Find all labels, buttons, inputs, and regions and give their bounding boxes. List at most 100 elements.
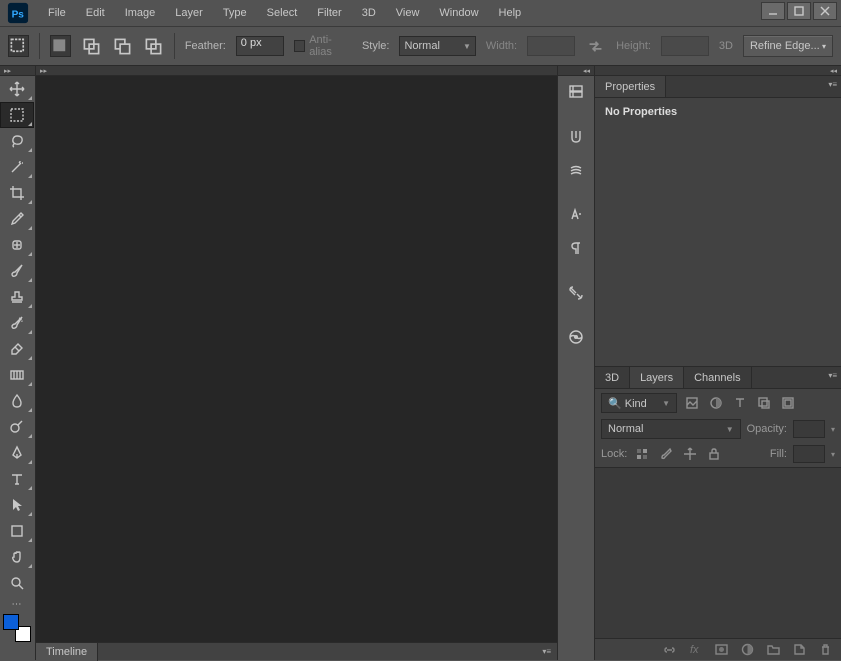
paragraph-panel-icon[interactable] — [558, 232, 594, 266]
menu-window[interactable]: Window — [429, 3, 488, 23]
tab-channels[interactable]: Channels — [684, 367, 751, 388]
filter-shape-icon[interactable] — [755, 394, 773, 412]
subtract-selection-icon[interactable] — [112, 35, 133, 57]
hand-tool[interactable] — [0, 544, 34, 570]
layers-panel: 3DLayersChannels ▾≡ 🔍 Kind▼ Normal▼ Opaci… — [595, 366, 841, 660]
svg-text:fx: fx — [690, 644, 699, 656]
libraries-panel-icon[interactable] — [558, 320, 594, 354]
fill-input[interactable] — [793, 445, 825, 463]
history-panel-icon[interactable] — [558, 76, 594, 110]
menu-type[interactable]: Type — [213, 3, 257, 23]
style-select[interactable]: Normal▼ — [399, 36, 475, 56]
shape-tool[interactable] — [0, 518, 34, 544]
threed-label[interactable]: 3D — [719, 40, 733, 52]
menu-help[interactable]: Help — [489, 3, 532, 23]
brush-presets-icon[interactable] — [558, 154, 594, 188]
lock-paint-icon[interactable] — [657, 445, 675, 463]
canvas[interactable] — [36, 76, 557, 642]
no-properties-label: No Properties — [595, 98, 841, 126]
gradient-tool[interactable] — [0, 362, 34, 388]
layer-list[interactable] — [595, 468, 841, 638]
menu-file[interactable]: File — [38, 3, 76, 23]
brush-panel-icon[interactable] — [558, 120, 594, 154]
zoom-tool[interactable] — [0, 570, 34, 596]
path-select-tool[interactable] — [0, 492, 34, 518]
history-brush-tool[interactable] — [0, 310, 34, 336]
maximize-button[interactable] — [787, 2, 811, 20]
menu-layer[interactable]: Layer — [165, 3, 213, 23]
tab-3d[interactable]: 3D — [595, 367, 630, 388]
filter-pixel-icon[interactable] — [683, 394, 701, 412]
panel-menu-icon[interactable]: ▾≡ — [828, 80, 837, 89]
edit-toolbar-button[interactable]: ⋯ — [0, 596, 34, 612]
collapse-icon[interactable]: ◂◂ — [830, 67, 837, 75]
properties-tab[interactable]: Properties — [595, 76, 666, 97]
add-selection-icon[interactable] — [81, 35, 102, 57]
eraser-tool[interactable] — [0, 336, 34, 362]
refine-edge-button[interactable]: Refine Edge...▾ — [743, 35, 833, 57]
dodge-tool[interactable] — [0, 414, 34, 440]
delete-layer-icon[interactable] — [817, 642, 833, 658]
character-panel-icon[interactable] — [558, 198, 594, 232]
filter-adjust-icon[interactable] — [707, 394, 725, 412]
tools-panel-icon[interactable] — [558, 276, 594, 310]
new-layer-icon[interactable] — [791, 642, 807, 658]
menu-image[interactable]: Image — [115, 3, 166, 23]
layer-fx-icon[interactable]: fx — [687, 642, 703, 658]
menu-view[interactable]: View — [386, 3, 430, 23]
stamp-tool[interactable] — [0, 284, 34, 310]
collapse-icon[interactable]: ▸▸ — [40, 67, 47, 75]
lock-pixels-icon[interactable] — [633, 445, 651, 463]
lasso-tool[interactable] — [0, 128, 34, 154]
height-label: Height: — [616, 40, 651, 52]
window-controls — [761, 2, 837, 20]
tool-preset-icon[interactable] — [8, 35, 29, 57]
brush-tool[interactable] — [0, 258, 34, 284]
lock-all-icon[interactable] — [705, 445, 723, 463]
menu-select[interactable]: Select — [257, 3, 308, 23]
filter-smart-icon[interactable] — [779, 394, 797, 412]
type-tool[interactable] — [0, 466, 34, 492]
toolbox: ▸▸ ⋯ — [0, 66, 36, 660]
marquee-tool[interactable] — [0, 102, 34, 128]
adjustment-layer-icon[interactable] — [739, 642, 755, 658]
opacity-label: Opacity: — [747, 423, 787, 435]
layer-mask-icon[interactable] — [713, 642, 729, 658]
app-logo: Ps — [6, 3, 30, 23]
workspace: ▸▸ ⋯ ▸▸ Timeline ▾≡ — [0, 66, 841, 660]
filter-type-icon[interactable] — [731, 394, 749, 412]
eyedropper-tool[interactable] — [0, 206, 34, 232]
menu-edit[interactable]: Edit — [76, 3, 115, 23]
menu-3d[interactable]: 3D — [352, 3, 386, 23]
timeline-tab[interactable]: Timeline — [36, 643, 98, 661]
close-button[interactable] — [813, 2, 837, 20]
move-tool[interactable] — [0, 76, 34, 102]
collapse-icon[interactable]: ◂◂ — [583, 67, 590, 75]
heal-tool[interactable] — [0, 232, 34, 258]
panel-menu-icon[interactable]: ▾≡ — [828, 371, 837, 380]
timeline-panel: Timeline ▾≡ — [36, 642, 557, 660]
feather-input[interactable]: 0 px — [236, 36, 284, 56]
intersect-selection-icon[interactable] — [143, 35, 164, 57]
blend-mode-select[interactable]: Normal▼ — [601, 419, 741, 439]
layers-footer: fx — [595, 638, 841, 660]
timeline-menu-icon[interactable]: ▾≡ — [542, 647, 551, 656]
pen-tool[interactable] — [0, 440, 34, 466]
wand-tool[interactable] — [0, 154, 34, 180]
new-selection-icon[interactable] — [50, 35, 71, 57]
fg-color-swatch[interactable] — [3, 614, 19, 630]
canvas-area: ▸▸ Timeline ▾≡ — [36, 66, 557, 660]
lock-position-icon[interactable] — [681, 445, 699, 463]
link-layers-icon[interactable] — [661, 642, 677, 658]
crop-tool[interactable] — [0, 180, 34, 206]
group-icon[interactable] — [765, 642, 781, 658]
color-swatches[interactable] — [3, 614, 33, 642]
menu-filter[interactable]: Filter — [307, 3, 351, 23]
antialias-checkbox[interactable]: Anti-alias — [294, 34, 352, 58]
filter-kind-select[interactable]: 🔍 Kind▼ — [601, 393, 677, 413]
opacity-input[interactable] — [793, 420, 825, 438]
expand-icon[interactable]: ▸▸ — [4, 67, 11, 75]
tab-layers[interactable]: Layers — [630, 367, 684, 388]
blur-tool[interactable] — [0, 388, 34, 414]
minimize-button[interactable] — [761, 2, 785, 20]
